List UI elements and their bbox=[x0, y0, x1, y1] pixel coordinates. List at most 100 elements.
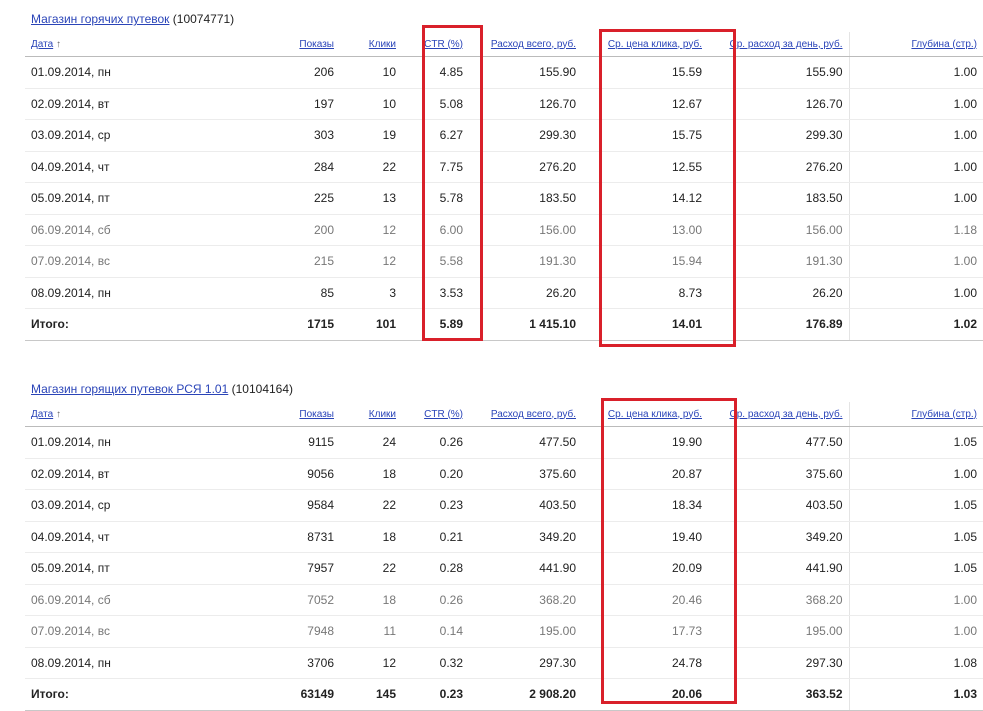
table-row: 08.09.2014, пн 3706 12 0.32 297.30 24.78 297.3… bbox=[25, 647, 983, 679]
cell-depth: 1.05 bbox=[848, 521, 983, 553]
col-shows-header[interactable]: Показы bbox=[205, 402, 340, 427]
cell-date: 05.09.2014, пт bbox=[25, 182, 205, 215]
cell-ctr: 0.28 bbox=[402, 552, 469, 585]
total-row: Итого: 63149 145 0.23 2 908.20 20.06 363.52 1.0… bbox=[25, 678, 983, 711]
cell-depth: 1.00 bbox=[848, 615, 983, 648]
cell-clicks: 13 bbox=[340, 182, 402, 215]
col-date-header[interactable]: Дата ↑ bbox=[25, 32, 205, 57]
cell-date: 07.09.2014, вс bbox=[25, 245, 205, 278]
cell-clicks: 101 bbox=[340, 308, 402, 341]
cell-date: 06.09.2014, сб bbox=[25, 584, 205, 616]
col-shows-header[interactable]: Показы bbox=[205, 32, 340, 57]
highlight-cpc-1 bbox=[599, 29, 736, 347]
cell-date: 01.09.2014, пн bbox=[25, 426, 205, 459]
stats-table-2: Дата ↑ Показы Клики CTR (%) Расход всего… bbox=[25, 402, 983, 711]
col-spend-header[interactable]: Расход всего, руб. bbox=[469, 32, 582, 57]
cell-spend: 126.70 bbox=[469, 88, 582, 120]
cell-clicks: 10 bbox=[340, 88, 402, 120]
cell-ctr: 0.14 bbox=[402, 615, 469, 648]
cell-date: 04.09.2014, чт bbox=[25, 521, 205, 553]
cell-date: 01.09.2014, пн bbox=[25, 56, 205, 89]
cell-depth: 1.00 bbox=[848, 151, 983, 183]
cell-date: 05.09.2014, пт bbox=[25, 552, 205, 585]
cell-clicks: 12 bbox=[340, 245, 402, 278]
table-row: 04.09.2014, чт 8731 18 0.21 349.20 19.40 349.2… bbox=[25, 521, 983, 553]
cell-shows: 85 bbox=[205, 277, 340, 309]
cell-depth: 1.03 bbox=[848, 678, 983, 711]
cell-depth: 1.05 bbox=[848, 489, 983, 522]
cell-depth: 1.00 bbox=[848, 245, 983, 278]
cell-clicks: 22 bbox=[340, 552, 402, 585]
cell-spend: 375.60 bbox=[469, 458, 582, 490]
campaign-link-2[interactable]: Магазин горящих путевок РСЯ 1.01 bbox=[31, 382, 228, 396]
cell-ctr: 0.32 bbox=[402, 647, 469, 679]
cell-date: 02.09.2014, вт bbox=[25, 88, 205, 120]
table-row: 06.09.2014, сб 7052 18 0.26 368.20 20.46 368.2… bbox=[25, 584, 983, 616]
campaign-id-1: (10074771) bbox=[172, 12, 235, 26]
col-spend-header[interactable]: Расход всего, руб. bbox=[469, 402, 582, 427]
table-row: 07.09.2014, вс 215 12 5.58 191.30 15.94 191.30… bbox=[25, 245, 983, 278]
cell-ctr: 0.26 bbox=[402, 584, 469, 616]
col-depth-header[interactable]: Глубина (стр.) bbox=[848, 32, 983, 57]
col-depth-header[interactable]: Глубина (стр.) bbox=[848, 402, 983, 427]
campaign-link-1[interactable]: Магазин горячих путевок bbox=[31, 12, 169, 26]
cell-ctr: 0.26 bbox=[402, 426, 469, 459]
cell-clicks: 12 bbox=[340, 214, 402, 246]
cell-depth: 1.02 bbox=[848, 308, 983, 341]
table-header: Дата ↑ Показы Клики CTR (%) Расход всего… bbox=[25, 402, 983, 427]
cell-shows: 7957 bbox=[205, 552, 340, 585]
table-row: 08.09.2014, пн 85 3 3.53 26.20 8.73 26.20 1.00 bbox=[25, 277, 983, 309]
cell-depth: 1.00 bbox=[848, 119, 983, 152]
cell-spend: 299.30 bbox=[469, 119, 582, 152]
cell-spend: 297.30 bbox=[469, 647, 582, 679]
table-row: 02.09.2014, вт 9056 18 0.20 375.60 20.87 375.6… bbox=[25, 458, 983, 490]
cell-spend: 26.20 bbox=[469, 277, 582, 309]
cell-depth: 1.00 bbox=[848, 458, 983, 490]
cell-shows: 9056 bbox=[205, 458, 340, 490]
cell-clicks: 11 bbox=[340, 615, 402, 648]
cell-clicks: 22 bbox=[340, 151, 402, 183]
cell-spend: 155.90 bbox=[469, 56, 582, 89]
highlight-ctr-1 bbox=[422, 25, 483, 341]
cell-clicks: 3 bbox=[340, 277, 402, 309]
col-clicks-header[interactable]: Клики bbox=[340, 32, 402, 57]
cell-depth: 1.08 bbox=[848, 647, 983, 679]
col-ctr-header[interactable]: CTR (%) bbox=[402, 402, 469, 427]
cell-clicks: 12 bbox=[340, 647, 402, 679]
cell-clicks: 145 bbox=[340, 678, 402, 711]
col-clicks-header[interactable]: Клики bbox=[340, 402, 402, 427]
cell-clicks: 18 bbox=[340, 458, 402, 490]
col-date-header[interactable]: Дата ↑ bbox=[25, 402, 205, 427]
cell-date: 04.09.2014, чт bbox=[25, 151, 205, 183]
cell-shows: 197 bbox=[205, 88, 340, 120]
cell-depth: 1.05 bbox=[848, 426, 983, 459]
cell-clicks: 22 bbox=[340, 489, 402, 522]
table-row: 04.09.2014, чт 284 22 7.75 276.20 12.55 276.20… bbox=[25, 151, 983, 183]
cell-spend: 1 415.10 bbox=[469, 308, 582, 341]
campaign-id-2: (10104164) bbox=[231, 382, 294, 396]
cell-ctr: 0.20 bbox=[402, 458, 469, 490]
cell-date: Итого: bbox=[25, 678, 205, 711]
cell-spend: 156.00 bbox=[469, 214, 582, 246]
cell-date: 03.09.2014, ср bbox=[25, 489, 205, 522]
cell-spend: 403.50 bbox=[469, 489, 582, 522]
highlight-cpc-2 bbox=[601, 398, 737, 704]
cell-shows: 3706 bbox=[205, 647, 340, 679]
campaign-title-1: Магазин горячих путевок (10074771) bbox=[31, 12, 234, 26]
table-header: Дата ↑ Показы Клики CTR (%) Расход всего… bbox=[25, 32, 983, 57]
table-row: 01.09.2014, пн 206 10 4.85 155.90 15.59 155.90… bbox=[25, 56, 983, 89]
cell-depth: 1.00 bbox=[848, 277, 983, 309]
cell-shows: 9584 bbox=[205, 489, 340, 522]
cell-ctr: 0.23 bbox=[402, 489, 469, 522]
cell-shows: 200 bbox=[205, 214, 340, 246]
table-row: 03.09.2014, ср 9584 22 0.23 403.50 18.34 403.5… bbox=[25, 489, 983, 522]
cell-date: Итого: bbox=[25, 308, 205, 341]
cell-date: 03.09.2014, ср bbox=[25, 119, 205, 152]
cell-depth: 1.00 bbox=[848, 88, 983, 120]
cell-date: 08.09.2014, пн bbox=[25, 647, 205, 679]
cell-shows: 63149 bbox=[205, 678, 340, 711]
cell-shows: 284 bbox=[205, 151, 340, 183]
total-row: Итого: 1715 101 5.89 1 415.10 14.01 176.89 1.02 bbox=[25, 308, 983, 341]
table-row: 07.09.2014, вс 7948 11 0.14 195.00 17.73 195.0… bbox=[25, 615, 983, 648]
sort-arrow-icon: ↑ bbox=[55, 38, 61, 50]
